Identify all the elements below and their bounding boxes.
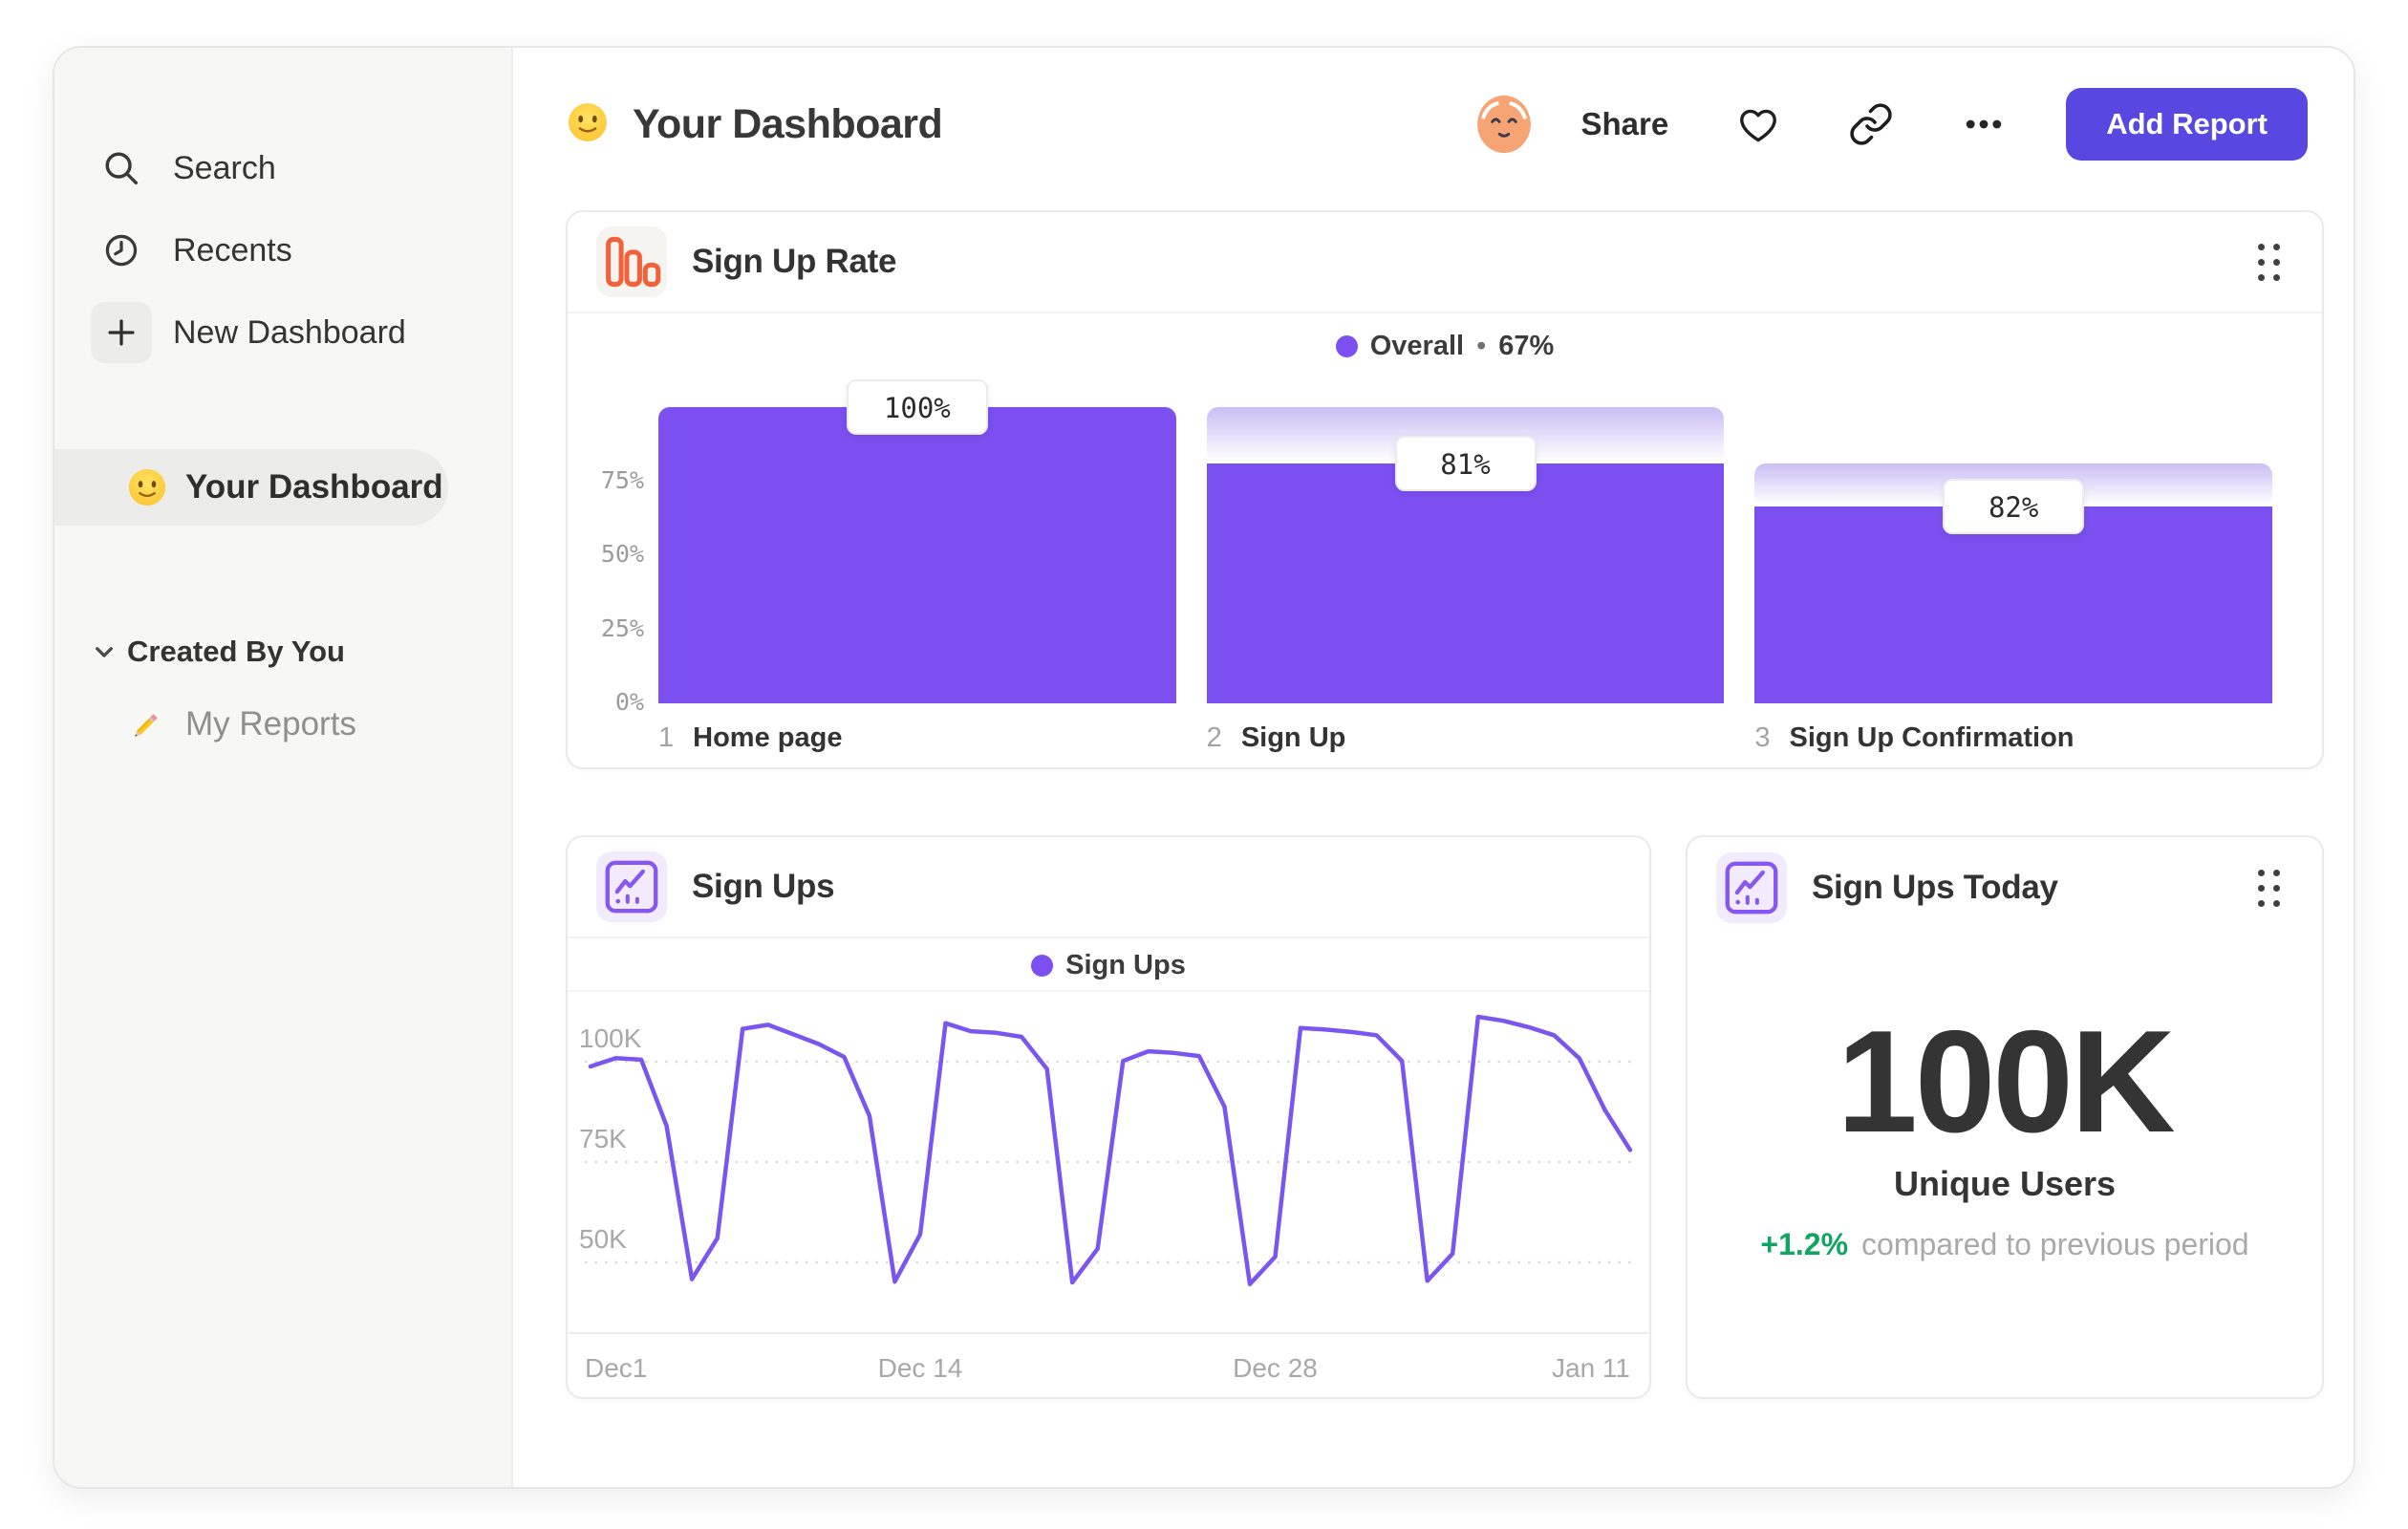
line-x-tick: Jan 11	[1552, 1353, 1630, 1383]
drag-handle-icon[interactable]	[2258, 869, 2280, 907]
signups-today-card: Sign Ups Today 100K Unique Users +1.2% c…	[1686, 835, 2324, 1399]
funnel-y-axis: 75% 50% 25% 0%	[585, 407, 644, 717]
funnel-bars: 100% 81% 82%	[658, 379, 2273, 703]
sidebar-item-new-dashboard[interactable]: New Dashboard	[54, 302, 490, 363]
signup-rate-card-header: Sign Up Rate	[568, 212, 2322, 313]
funnel-y-tick: 50%	[600, 540, 644, 568]
line-x-tick: Dec 14	[877, 1353, 963, 1383]
heart-icon[interactable]	[1735, 101, 1781, 147]
smiley-emoji	[126, 466, 168, 508]
funnel-badge: 100%	[846, 379, 988, 435]
kpi-delta: +1.2%	[1760, 1227, 1849, 1261]
line-chart-icon	[1716, 852, 1787, 923]
funnel-badge: 82%	[1943, 479, 2085, 535]
funnel-step-label: 2 Sign Up	[1206, 722, 1346, 753]
funnel-y-tick: 75%	[600, 465, 644, 494]
main-content: Your Dashboard Share Add Report Sign Up …	[513, 48, 2354, 1487]
signups-line-chart[interactable]: 100K 75K 50K	[579, 1002, 1636, 1332]
legend-separator: •	[1476, 330, 1487, 361]
legend-dot	[1335, 334, 1358, 357]
share-button[interactable]: Share	[1581, 106, 1669, 142]
chevron-down-icon	[91, 638, 118, 665]
x-axis-line	[568, 1332, 1649, 1334]
funnel-step-label: 1 Home page	[658, 722, 843, 753]
page-title: Your Dashboard	[633, 100, 943, 147]
more-options-icon[interactable]	[1961, 101, 2007, 147]
legend-label: Sign Ups	[1065, 949, 1186, 980]
sidebar: Search Recents New Dashboard Your Favori…	[54, 48, 513, 1487]
smiley-emoji	[566, 100, 610, 149]
line-chart-icon	[596, 851, 667, 922]
signups-card: Sign Ups Sign Ups 100K 75K 50K Dec1 Dec 14 D…	[566, 835, 1651, 1399]
sidebar-item-label: My Reports	[185, 705, 356, 743]
search-icon	[91, 138, 152, 199]
sidebar-item-label: Recents	[173, 231, 292, 269]
line-y-tick: 50K	[579, 1224, 627, 1254]
card-title: Sign Up Rate	[692, 243, 897, 280]
kpi-value: 100K	[1837, 1001, 2175, 1163]
signup-rate-card: Sign Up Rate Overall • 67% 75% 50% 25% 0% 1…	[566, 210, 2324, 769]
line-legend[interactable]: Sign Ups	[568, 940, 1649, 992]
signups-today-card-header: Sign Ups Today	[1688, 837, 2322, 938]
sidebar-item-label: Your Dashboard	[185, 468, 443, 506]
funnel-bar-fill	[658, 407, 1176, 703]
avatar[interactable]	[1473, 93, 1536, 156]
line-x-tick: Dec 28	[1233, 1353, 1318, 1383]
line-y-tick: 100K	[579, 1023, 642, 1053]
sidebar-section-label: Created By You	[127, 635, 345, 668]
funnel-x-axis: 1 Home page 2 Sign Up 3 Sign Up Confirmation	[658, 722, 2272, 754]
funnel-step[interactable]: 100%	[658, 379, 1176, 703]
line-x-tick: Dec1	[585, 1353, 648, 1383]
legend-label: Overall	[1369, 330, 1465, 361]
funnel-y-tick: 0%	[614, 688, 644, 716]
sidebar-item-recents[interactable]: Recents	[54, 220, 490, 281]
line-x-axis: Dec1 Dec 14 Dec 28 Jan 11	[585, 1353, 1636, 1391]
sidebar-item-label: Search	[173, 149, 276, 186]
clock-icon	[91, 220, 152, 281]
signups-card-header: Sign Ups	[568, 837, 1649, 938]
funnel-legend[interactable]: Overall • 67%	[568, 329, 2322, 363]
funnel-badge: 81%	[1394, 435, 1537, 491]
card-title: Sign Ups Today	[1812, 869, 2058, 906]
funnel-step-label: 3 Sign Up Confirmation	[1754, 722, 2075, 753]
sidebar-item-label: New Dashboard	[173, 313, 406, 351]
sidebar-item-search[interactable]: Search	[54, 138, 490, 199]
link-icon[interactable]	[1848, 101, 1894, 147]
kpi-delta-row: +1.2% compared to previous period	[1688, 1227, 2322, 1262]
sidebar-section-created-by-you[interactable]: Created By You	[91, 631, 490, 673]
sidebar-item-my-reports[interactable]: My Reports	[54, 686, 356, 763]
sidebar-item-your-dashboard[interactable]: Your Dashboard	[54, 449, 448, 526]
funnel-y-tick: 25%	[600, 614, 644, 642]
kpi-subtitle: Unique Users	[1893, 1164, 2117, 1203]
add-report-button[interactable]: Add Report	[2066, 88, 2308, 161]
funnel-step[interactable]: 82%	[1754, 407, 2273, 703]
kpi-delta-caption: compared to previous period	[1861, 1227, 2249, 1261]
header-actions: Share Add Report	[1473, 88, 2308, 161]
page-header: Your Dashboard Share Add Report	[566, 88, 2308, 161]
funnel-bar-fill	[1206, 463, 1725, 703]
plus-icon	[91, 302, 152, 363]
drag-handle-icon[interactable]	[2258, 243, 2280, 281]
line-y-tick: 75K	[579, 1124, 627, 1153]
legend-dot	[1031, 954, 1054, 977]
funnel-step[interactable]: 81%	[1206, 407, 1725, 703]
card-title: Sign Ups	[692, 868, 835, 905]
app-window: Search Recents New Dashboard Your Favori…	[53, 46, 2355, 1489]
funnel-bar-fill	[1754, 506, 2273, 703]
pencil-emoji	[126, 703, 168, 745]
funnel-bar[interactable]	[658, 407, 1176, 703]
funnel-chart-icon	[596, 226, 667, 297]
legend-value: 67%	[1498, 330, 1555, 361]
